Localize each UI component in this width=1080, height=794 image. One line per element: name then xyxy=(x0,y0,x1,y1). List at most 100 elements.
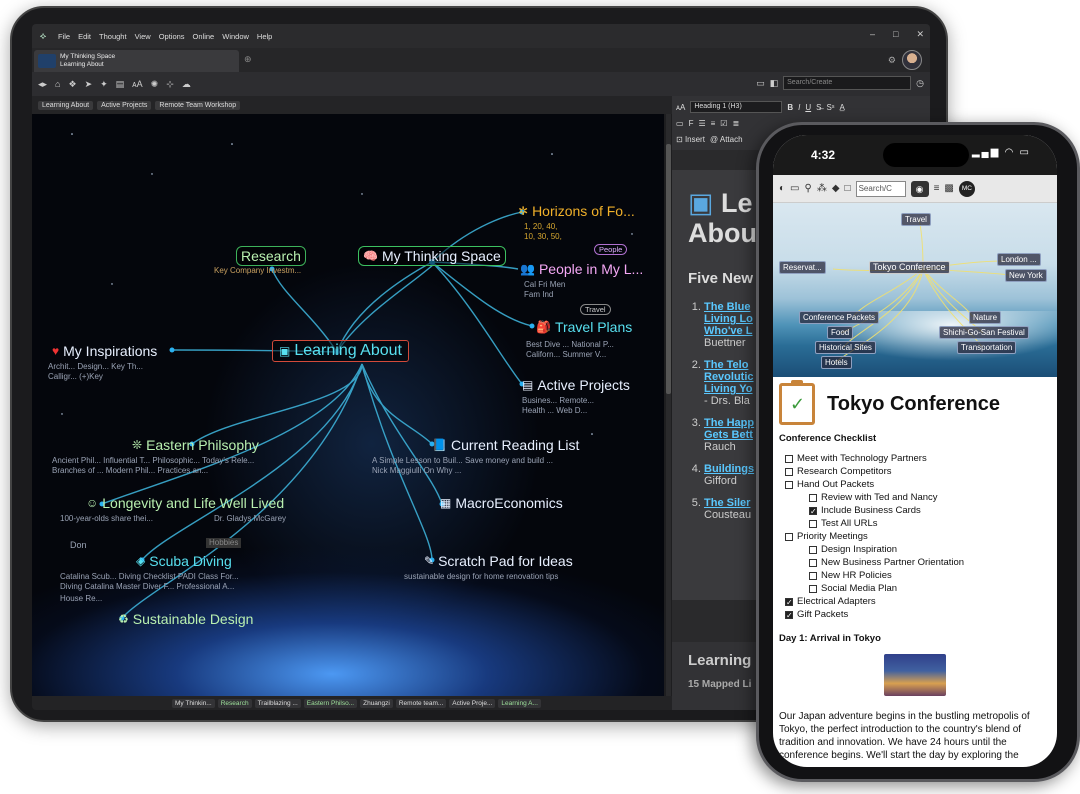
phone-node-festival[interactable]: Shichi-Go-San Festival xyxy=(939,326,1029,339)
eye-icon[interactable]: ◉ xyxy=(910,180,929,197)
history-icon[interactable]: ◷ xyxy=(916,78,924,89)
folder-icon[interactable]: ▤ xyxy=(116,79,125,90)
checklist-item[interactable]: Include Business Cards xyxy=(779,504,1051,518)
maximize-icon[interactable]: □ xyxy=(893,29,898,40)
phone-node-food[interactable]: Food xyxy=(827,326,854,339)
attach-button[interactable]: @ Attach xyxy=(710,135,743,144)
phone-node-reservations[interactable]: Reservat... xyxy=(779,261,826,274)
checkbox[interactable] xyxy=(809,545,817,554)
tag-icon[interactable]: ◆ xyxy=(832,183,840,194)
checklist-item[interactable]: New HR Policies xyxy=(779,569,1051,582)
pin-icon[interactable]: ✦ xyxy=(100,79,108,90)
node-active-projects[interactable]: ▤ Active Projects xyxy=(522,376,630,394)
phone-search-input[interactable]: Search/C xyxy=(855,180,906,197)
node-macroeconomics[interactable]: ▦ MacroEconomics xyxy=(440,494,563,512)
font-size-icon[interactable]: ᴀA xyxy=(676,103,685,112)
tab-my-thinking-space[interactable]: My Thinking Space Learning About xyxy=(34,50,239,72)
checkbox[interactable] xyxy=(809,519,817,528)
menu-help[interactable]: Help xyxy=(253,32,276,41)
node-horizons[interactable]: ✲ Horizons of Fo... xyxy=(518,202,635,220)
node-travel-plans[interactable]: 🎒 Travel Plans xyxy=(536,318,632,336)
notes-link[interactable]: The Happ xyxy=(704,417,754,429)
phone-node-hotels[interactable]: Hotels xyxy=(821,356,852,369)
insert-button[interactable]: ⊡ Insert xyxy=(676,135,705,144)
close-icon[interactable]: ✕ xyxy=(916,29,924,40)
checkbox-icon[interactable]: ☑ xyxy=(720,119,727,128)
phone-node-nature[interactable]: Nature xyxy=(969,311,1002,324)
history-tab-3[interactable]: Trailblazing ... xyxy=(254,698,301,708)
mind-map-canvas[interactable]: ✲ Horizons of Fo... 1, 20, 40, 10, 30, 50… xyxy=(32,114,664,696)
notes-link[interactable]: The Siler xyxy=(704,497,750,509)
checkbox[interactable] xyxy=(809,558,817,567)
checkbox[interactable] xyxy=(785,609,793,622)
menu-edit[interactable]: Edit xyxy=(74,32,95,41)
checkbox[interactable] xyxy=(809,584,817,593)
checklist-item[interactable]: Hand Out Packets xyxy=(779,478,1051,491)
app-logo-icon[interactable]: ◐ xyxy=(779,183,785,194)
breadcrumb-active-projects[interactable]: Active Projects xyxy=(97,100,152,110)
history-tab-5[interactable]: Zhuangzi xyxy=(360,698,393,708)
font-size-icon[interactable]: ᴀA xyxy=(132,79,142,89)
notes-link[interactable]: Living Lo xyxy=(704,313,753,325)
scrollbar-thumb[interactable] xyxy=(666,144,671,394)
monitor-icon[interactable]: ▭ xyxy=(756,78,765,89)
user-avatar[interactable] xyxy=(902,50,922,70)
phone-node-london[interactable]: London ... xyxy=(997,253,1041,266)
superscript-icon[interactable]: Sˢ xyxy=(826,103,834,112)
strikethrough-icon[interactable]: S̶ xyxy=(816,103,821,112)
phone-node-travel[interactable]: Travel xyxy=(901,213,931,226)
new-tab-icon[interactable]: ⊕ xyxy=(244,54,252,65)
history-tab-1[interactable]: My Thinkin... xyxy=(172,698,215,708)
heading-select[interactable]: Heading 1 (H3) xyxy=(690,101,783,113)
breadcrumb-learning-about[interactable]: Learning About xyxy=(38,100,94,110)
minimize-icon[interactable]: – xyxy=(870,29,875,40)
canvas-scrollbar[interactable] xyxy=(666,114,671,696)
history-tab-7[interactable]: Active Proje... xyxy=(449,698,496,708)
italic-icon[interactable]: I xyxy=(798,103,800,112)
node-longevity[interactable]: ☺ Longevity and Life Well Lived xyxy=(86,494,284,512)
sliders-icon[interactable]: ≡ xyxy=(934,183,940,194)
node-scratch-pad[interactable]: ✎ Scratch Pad for Ideas xyxy=(424,552,573,570)
notes-link[interactable]: Gets Bett xyxy=(704,429,753,441)
checkbox[interactable] xyxy=(785,467,793,476)
checkbox[interactable] xyxy=(785,480,793,489)
underline-icon[interactable]: U xyxy=(805,103,811,112)
node-scuba-diving[interactable]: ◈ Scuba Diving xyxy=(136,552,232,570)
checkbox[interactable] xyxy=(785,454,793,463)
phone-node-tokyo-conference[interactable]: Tokyo Conference xyxy=(869,261,950,274)
menu-options[interactable]: Options xyxy=(155,32,189,41)
history-tab-6[interactable]: Remote team... xyxy=(395,698,447,708)
cards-icon[interactable]: ▩ xyxy=(944,183,953,194)
menu-online[interactable]: Online xyxy=(189,32,219,41)
node-my-thinking-space[interactable]: 🧠 My Thinking Space xyxy=(358,246,506,266)
node-don[interactable]: Don xyxy=(70,540,87,550)
split-view-icon[interactable]: ◧ xyxy=(770,78,779,89)
notes-link[interactable]: Who've L xyxy=(704,325,752,337)
checkbox[interactable] xyxy=(809,571,817,580)
checklist-item[interactable]: Meet with Technology Partners xyxy=(779,452,1051,465)
menu-thought[interactable]: Thought xyxy=(95,32,131,41)
settings-icon[interactable]: ⚙ xyxy=(888,55,896,66)
gear-icon[interactable]: ✺ xyxy=(151,79,159,90)
checkbox[interactable] xyxy=(809,505,817,518)
phone-node-conference-packets[interactable]: Conference Packets xyxy=(799,311,880,324)
tag-people[interactable]: People xyxy=(594,244,628,255)
notes-link[interactable]: Revolutic xyxy=(704,371,754,383)
search-input[interactable]: Search/Create xyxy=(783,76,912,90)
notes-link[interactable]: Living Yo xyxy=(704,383,753,395)
phone-notes[interactable]: ✓ Tokyo Conference Conference Checklist … xyxy=(773,377,1057,767)
breadcrumb-remote-team-workshop[interactable]: Remote Team Workshop xyxy=(155,100,241,110)
node-eastern-philsophy[interactable]: ❊ Eastern Philsophy xyxy=(132,436,259,454)
phone-node-transportation[interactable]: Transportation xyxy=(957,341,1017,354)
checklist-item[interactable]: Priority Meetings xyxy=(779,530,1051,543)
history-tab-2[interactable]: Research xyxy=(217,698,252,708)
bold-icon[interactable]: B xyxy=(787,103,793,112)
checkbox[interactable] xyxy=(785,596,793,609)
pin-icon[interactable]: ⚲ xyxy=(805,183,812,194)
text-color-icon[interactable]: A̲ xyxy=(840,103,845,112)
checkbox[interactable] xyxy=(785,532,793,541)
hierarchy-icon[interactable]: ⁂ xyxy=(817,183,827,194)
checklist-item[interactable]: Electrical Adapters xyxy=(779,595,1051,609)
notes-link[interactable]: The Telo xyxy=(704,359,748,371)
phone-node-historical-sites[interactable]: Historical Sites xyxy=(815,341,876,354)
